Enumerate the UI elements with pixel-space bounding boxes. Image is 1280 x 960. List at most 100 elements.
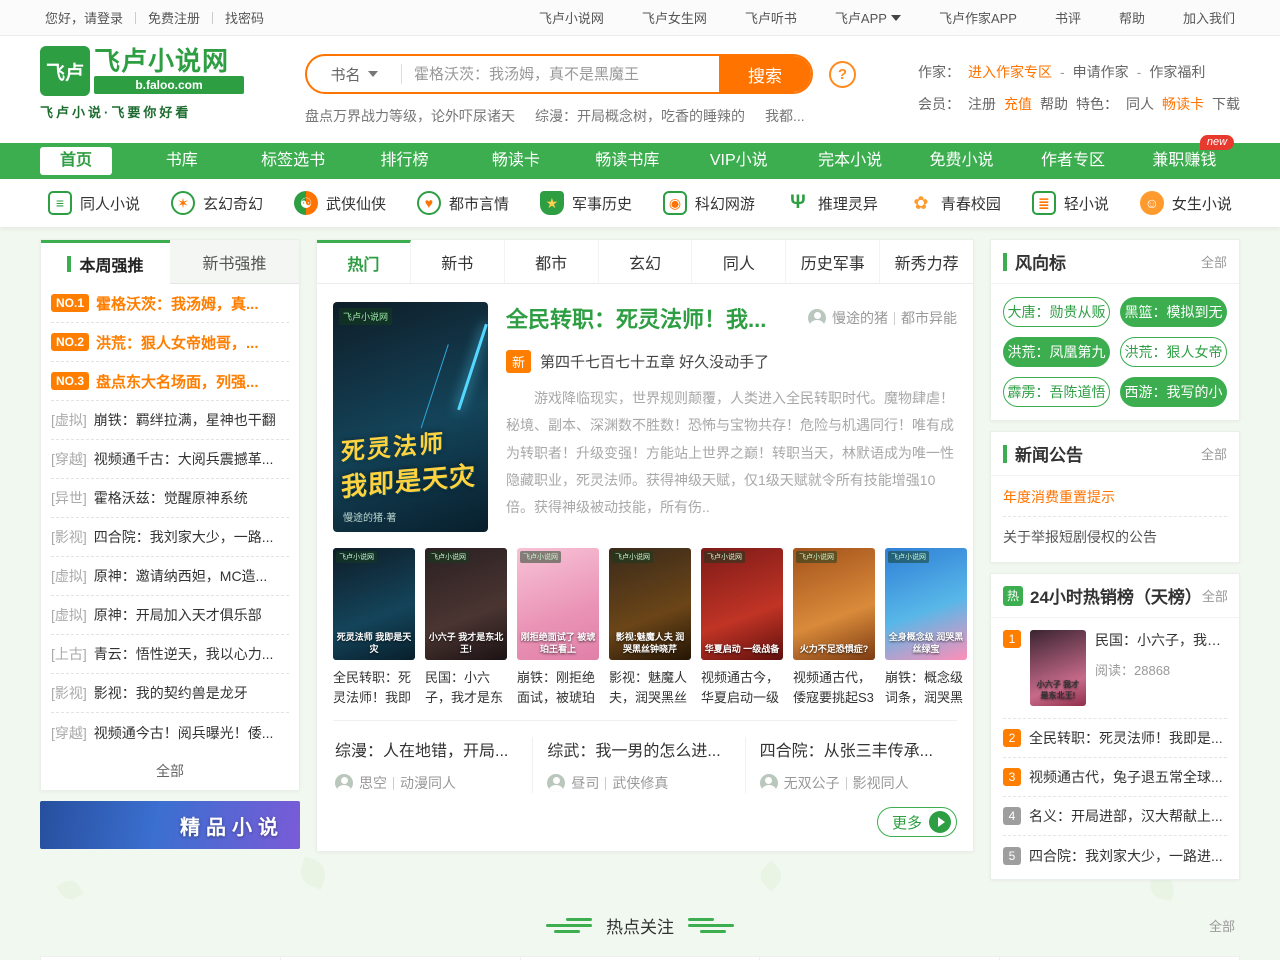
login-link[interactable]: 您好，请登录 — [45, 8, 123, 27]
topbar-link-app[interactable]: 飞卢APP — [835, 8, 901, 27]
news-all-link[interactable]: 全部 — [1201, 444, 1227, 463]
book-card[interactable]: 飞卢小说网华夏启动 一级战备 视频通古今，华夏启动一级 — [701, 548, 783, 708]
topbar-link-writer-app[interactable]: 飞卢作家APP — [939, 8, 1017, 27]
reading-card-link[interactable]: 畅读卡 — [1162, 88, 1204, 120]
book-card[interactable]: 飞卢小说网全身概念级 润哭黑丝绿宝 崩铁：概念级词条，润哭黑 — [885, 548, 967, 708]
book-card[interactable]: 飞卢小说网刚拒绝面试了 被琥珀王看上 崩铁：刚拒绝面试，被琥珀 — [517, 548, 599, 708]
hot-search-link[interactable]: 我都... — [765, 106, 805, 126]
featured-latest-chapter[interactable]: 新 第四千七百七十五章 好久没动手了 — [506, 350, 957, 373]
tab-fantasy[interactable]: 玄幻 — [599, 240, 693, 283]
news-item[interactable]: 关于举报短剧侵权的公告 — [1003, 517, 1227, 556]
nav-item-free[interactable]: 免费小说 — [906, 147, 1017, 175]
find-password-link[interactable]: 找密码 — [225, 8, 264, 27]
hot-search-link[interactable]: 综漫：开局概念树，吃香的睡辣的 — [535, 106, 745, 126]
book-card[interactable]: 飞卢小说网影视:魅魔人夫 润哭黑丝钟晓芹 影视：魅魔人夫，润哭黑丝 — [609, 548, 691, 708]
list-item[interactable]: [影视]四合院：我刘家大少，一路... — [51, 518, 289, 557]
news-item[interactable]: 年度消费重置提示 — [1003, 478, 1227, 517]
nav-item-tags[interactable]: 标签选书 — [237, 147, 348, 175]
list-item[interactable]: NO.2洪荒：狠人女帝她哥，... — [51, 323, 289, 362]
tag-pill[interactable]: 霹雳：吾陈道悟 — [1003, 377, 1110, 407]
topbar-link-join[interactable]: 加入我们 — [1183, 8, 1235, 27]
ranking-item[interactable]: 4名义：开局进部，汉大帮献上... — [1003, 797, 1227, 836]
site-logo[interactable]: 飞卢 飞卢小说网 b.faloo.com 飞卢小说·飞要你好看 — [40, 46, 255, 143]
tag-pill[interactable]: 洪荒：凤凰第九 — [1003, 337, 1110, 367]
ranking-item[interactable]: 2全民转职：死灵法师！我即是... — [1003, 719, 1227, 758]
topbar-link-help[interactable]: 帮助 — [1119, 8, 1145, 27]
nav-item-vip[interactable]: VIP小说 — [683, 147, 794, 175]
tag-pill[interactable]: 洪荒：狠人女帝 — [1120, 337, 1227, 367]
ranking-item[interactable]: 3视频通古代，兔子退五常全球... — [1003, 758, 1227, 797]
category-light-novel[interactable]: ≣轻小说 — [1032, 191, 1109, 215]
list-item[interactable]: [虚拟]原神：开局加入天才俱乐部 — [51, 596, 289, 635]
category-fantasy[interactable]: ✶玄幻奇幻 — [171, 191, 263, 215]
list-item[interactable]: [异世]霍格沃兹：觉醒原神系统 — [51, 479, 289, 518]
nav-item-library[interactable]: 书库 — [126, 147, 237, 175]
sidebar-all-link[interactable]: 全部 — [41, 752, 299, 790]
list-item[interactable]: [虚拟]原神：邀请纳西妲，MC造... — [51, 557, 289, 596]
ranking-all-link[interactable]: 全部 — [1202, 586, 1228, 605]
book-entry[interactable]: 四合院：从张三丰传承... 无双公子影视同人 — [745, 737, 957, 793]
apply-author-link[interactable]: 申请作家 — [1073, 56, 1129, 88]
topbar-link-listen[interactable]: 飞卢听书 — [745, 8, 797, 27]
register-link[interactable]: 免费注册 — [148, 8, 200, 27]
search-input[interactable] — [402, 66, 719, 83]
tag-pill[interactable]: 大唐：勋贵从贩 — [1003, 297, 1110, 327]
category-mystery[interactable]: Ψ推理灵异 — [786, 191, 878, 215]
book-card[interactable]: 飞卢小说网火力不足恐惧症? 视频通古代，倭寇要挑起S3 — [793, 548, 875, 708]
category-urban-romance[interactable]: ♥都市言情 — [417, 191, 509, 215]
tab-urban[interactable]: 都市 — [505, 240, 599, 283]
nav-item-reading-card[interactable]: 畅读卡 — [460, 147, 571, 175]
author-welfare-link[interactable]: 作家福利 — [1149, 56, 1205, 88]
nav-item-author-zone[interactable]: 作者专区 — [1017, 147, 1128, 175]
category-campus[interactable]: ✿青春校园 — [909, 191, 1001, 215]
list-item[interactable]: [穿越]视频通今古！阅兵曝光！倭... — [51, 713, 289, 752]
windvane-all-link[interactable]: 全部 — [1201, 252, 1227, 271]
tab-new[interactable]: 新书 — [411, 240, 505, 283]
nav-item-parttime[interactable]: 兼职赚钱new — [1129, 147, 1240, 175]
tab-rookie[interactable]: 新秀力荐 — [880, 240, 973, 283]
category-scifi-game[interactable]: ◉科幻网游 — [663, 191, 755, 215]
nav-item-home[interactable]: 首页 — [40, 147, 112, 175]
category-girls-novel[interactable]: ☺女生小说 — [1140, 191, 1232, 215]
author-zone-link[interactable]: 进入作家专区 — [968, 56, 1052, 88]
book-entry[interactable]: 综漫：人在地错，开局... 思空动漫同人 — [333, 737, 532, 793]
list-item[interactable]: [影视]影视：我的契约兽是龙牙 — [51, 674, 289, 713]
featured-book-author[interactable]: 慢途的猪 都市异能 — [808, 308, 957, 328]
topbar-link-girls[interactable]: 飞卢女生网 — [642, 8, 707, 27]
tab-hot[interactable]: 热门 — [317, 240, 411, 283]
book-entry[interactable]: 综武：我一男的怎么进... 昼司武侠修真 — [532, 737, 744, 793]
nav-item-reading-library[interactable]: 畅读书库 — [572, 147, 683, 175]
member-help-link[interactable]: 帮助 — [1040, 88, 1068, 120]
search-button[interactable]: 搜索 — [719, 54, 811, 94]
tab-fanfic[interactable]: 同人 — [692, 240, 786, 283]
book-card[interactable]: 飞卢小说网小六子 我才是东北王! 民国：小六子，我才是东 — [425, 548, 507, 708]
tongren-link[interactable]: 同人 — [1126, 88, 1154, 120]
featured-book-cover[interactable]: 飞卢小说网 死灵法师 我即是天灾 慢途的猪·著 — [333, 302, 488, 532]
more-button[interactable]: 更多 — [877, 807, 957, 837]
tab-new-book-recommend[interactable]: 新书强推 — [170, 240, 299, 284]
tab-history-military[interactable]: 历史军事 — [786, 240, 880, 283]
download-link[interactable]: 下载 — [1212, 88, 1240, 120]
category-fanfic[interactable]: ≡同人小说 — [48, 191, 140, 215]
ranking-item-1[interactable]: 1 小六子 我才是东北王! 民国：小六子，我才... 阅读：28868 — [1003, 626, 1227, 719]
nav-item-finished[interactable]: 完本小说 — [794, 147, 905, 175]
search-category-dropdown[interactable]: 书名 — [307, 56, 401, 92]
book-card[interactable]: 飞卢小说网死灵法师 我即是天灾 全民转职：死灵法师！我即 — [333, 548, 415, 708]
member-register-link[interactable]: 注册 — [968, 88, 996, 120]
tag-pill[interactable]: 黑篮：模拟到无 — [1120, 297, 1227, 327]
search-help-icon[interactable]: ? — [829, 61, 856, 88]
ranking-item[interactable]: 5四合院：我刘家大少，一路进... — [1003, 836, 1227, 875]
list-item[interactable]: [穿越]视频通千古：大阅兵震撼革... — [51, 440, 289, 479]
tag-pill[interactable]: 西游：我写的小 — [1120, 377, 1227, 407]
premium-novel-banner[interactable]: 精品小说 — [40, 801, 300, 849]
category-wuxia[interactable]: ☯武侠仙侠 — [294, 191, 386, 215]
category-military-history[interactable]: ★军事历史 — [540, 191, 632, 215]
list-item[interactable]: [虚拟]崩铁：羁绊拉满，星神也干翻 — [51, 401, 289, 440]
recharge-link[interactable]: 充值 — [1004, 88, 1032, 120]
list-item[interactable]: NO.1霍格沃茨：我汤姆，真... — [51, 284, 289, 323]
list-item[interactable]: NO.3盘点东大名场面，列强... — [51, 362, 289, 401]
hot-search-link[interactable]: 盘点万界战力等级，论外吓尿诸天 — [305, 106, 515, 126]
nav-item-ranking[interactable]: 排行榜 — [349, 147, 460, 175]
list-item[interactable]: [上古]青云：悟性逆天，我以心力... — [51, 635, 289, 674]
topbar-link-novel[interactable]: 飞卢小说网 — [539, 8, 604, 27]
